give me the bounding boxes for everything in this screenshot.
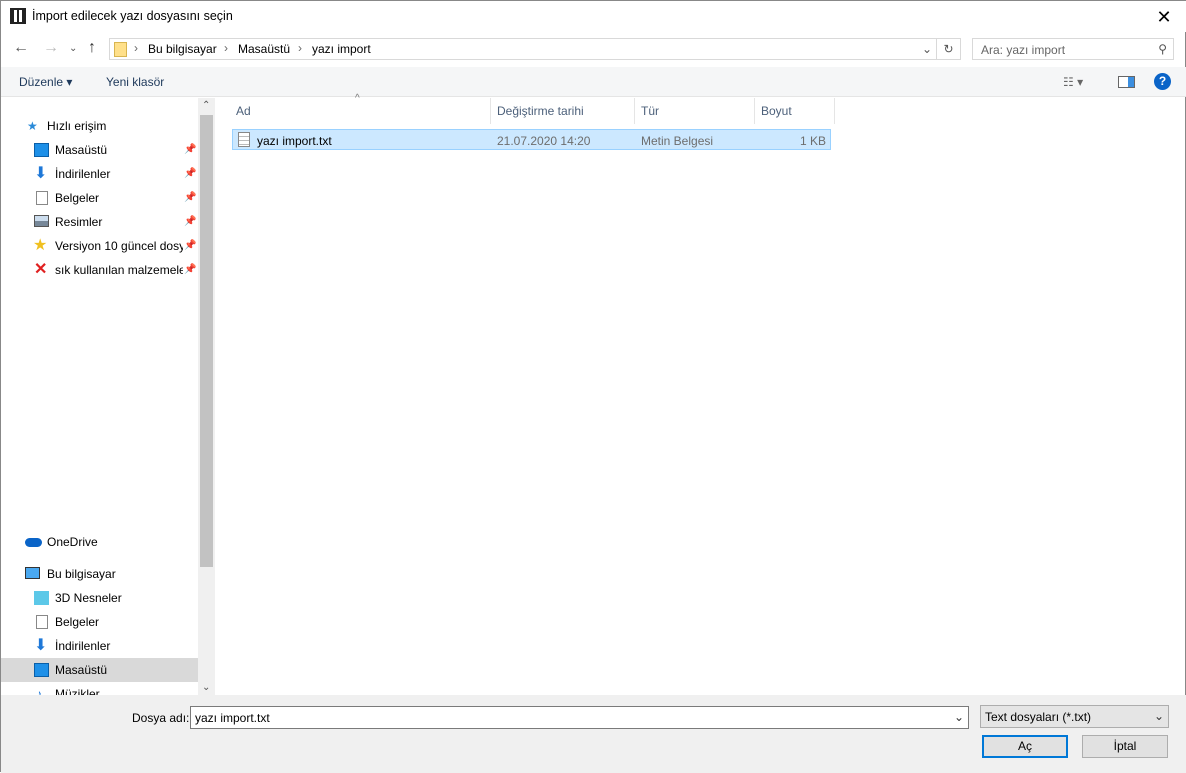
sidebar-item-pictures[interactable]: Resimler 📌 [1, 210, 198, 234]
scroll-up-icon[interactable]: ⌃ [202, 100, 210, 111]
back-button[interactable]: ← [13, 39, 29, 57]
sidebar-item-pc-documents[interactable]: Belgeler [1, 610, 198, 634]
sidebar-this-pc[interactable]: Bu bilgisayar [1, 562, 198, 586]
window-title: İmport edilecek yazı dosyasını seçin [32, 9, 233, 23]
sidebar-onedrive[interactable]: OneDrive [1, 530, 198, 554]
forward-button[interactable]: → [43, 39, 59, 57]
search-icon: ⚲ [1158, 42, 1167, 56]
file-type-select[interactable]: Text dosyaları (*.txt) ⌄ [980, 705, 1169, 728]
file-size: 1 KB [799, 134, 826, 148]
column-header-type[interactable]: Tür [635, 98, 755, 124]
refresh-icon[interactable]: ↻ [936, 39, 960, 59]
search-input[interactable]: Ara: yazı import ⚲ [972, 38, 1174, 60]
pictures-icon [34, 215, 49, 227]
sort-ascending-icon: ^ [355, 93, 360, 104]
column-header-date[interactable]: Değiştirme tarihi [491, 98, 635, 124]
column-header-size[interactable]: Boyut [755, 98, 835, 124]
file-row[interactable]: yazı import.txt 21.07.2020 14:20 Metin B… [232, 129, 831, 150]
column-header-name[interactable]: Ad [230, 98, 491, 124]
sidebar-quick-access[interactable]: ★ Hızlı erişim [1, 114, 198, 138]
sidebar-item-downloads[interactable]: ⬇ İndirilenler 📌 [1, 162, 198, 186]
address-bar[interactable]: › Bu bilgisayar › Masaüstü › yazı import… [109, 38, 961, 60]
pin-icon: 📌 [184, 264, 197, 275]
help-icon[interactable]: ? [1154, 73, 1171, 90]
filename-label: Dosya adı: [132, 711, 190, 725]
app-icon [10, 8, 26, 24]
pin-icon: 📌 [184, 192, 197, 203]
close-button[interactable]: ✕ [1149, 5, 1179, 29]
sidebar-item-music[interactable]: ♪ Müzikler [1, 682, 198, 695]
sidebar-item-version10[interactable]: ★ Versiyon 10 güncel dosya 📌 [1, 234, 198, 258]
preview-pane-icon[interactable] [1118, 76, 1135, 88]
pin-icon: 📌 [184, 168, 197, 179]
document-icon [36, 615, 48, 629]
computer-icon [25, 567, 40, 579]
search-placeholder: Ara: yazı import [981, 43, 1066, 57]
filename-dropdown-icon[interactable]: ⌄ [954, 710, 964, 724]
chevron-down-icon: ⌄ [1153, 709, 1164, 723]
desktop-icon [34, 663, 49, 677]
file-type-value: Text dosyaları (*.txt) [985, 710, 1092, 724]
folder-icon [114, 42, 127, 57]
sidebar-item-materials[interactable]: ✕ sık kullanılan malzemeler 📌 [1, 258, 198, 282]
desktop-icon [34, 143, 49, 157]
scroll-down-icon[interactable]: ⌄ [202, 682, 210, 693]
sidebar-item-pc-downloads[interactable]: ⬇ İndirilenler [1, 634, 198, 658]
file-modified: 21.07.2020 14:20 [497, 134, 591, 148]
text-file-icon [238, 132, 250, 147]
recent-dropdown[interactable]: ⌄ [69, 43, 77, 54]
address-dropdown-icon[interactable]: ⌄ [922, 42, 932, 56]
toolbar: Düzenle ▾ Yeni klasör ☷ ▾ ? [1, 67, 1186, 97]
download-icon: ⬇ [34, 165, 48, 182]
scrollbar-thumb[interactable] [200, 115, 213, 567]
open-button[interactable]: Aç [982, 735, 1068, 758]
file-name: yazı import.txt [257, 134, 332, 148]
sidebar-item-3d-objects[interactable]: 3D Nesneler [1, 586, 198, 610]
red-x-icon: ✕ [34, 261, 48, 278]
sidebar-item-pc-desktop[interactable]: Masaüstü [1, 658, 198, 682]
sidebar-item-documents[interactable]: Belgeler 📌 [1, 186, 198, 210]
filename-input[interactable]: yazı import.txt ⌄ [190, 706, 969, 729]
star-pin-icon: ★ [27, 119, 38, 133]
view-options-icon[interactable]: ☷ ▾ [1063, 75, 1083, 89]
star-icon: ★ [33, 237, 48, 254]
document-icon [36, 191, 48, 205]
breadcrumb-this-pc[interactable]: Bu bilgisayar [148, 42, 217, 56]
file-type: Metin Belgesi [641, 134, 714, 148]
cloud-icon [25, 538, 42, 547]
download-icon: ⬇ [34, 637, 48, 654]
music-icon: ♪ [36, 687, 42, 695]
breadcrumb-folder[interactable]: yazı import [312, 42, 371, 56]
filename-value: yazı import.txt [195, 711, 270, 725]
new-folder-button[interactable]: Yeni klasör [106, 75, 164, 89]
bottom-panel: Dosya adı: yazı import.txt ⌄ Text dosyal… [1, 695, 1186, 773]
up-button[interactable]: ↑ [88, 39, 96, 57]
breadcrumb-desktop[interactable]: Masaüstü [238, 42, 290, 56]
title-bar: İmport edilecek yazı dosyasını seçin ✕ [1, 1, 1186, 32]
pin-icon: 📌 [184, 240, 197, 251]
navigation-pane: ★ Hızlı erişim Masaüstü 📌 ⬇ İndirilenler 📌 B… [1, 98, 198, 695]
cancel-button[interactable]: İptal [1082, 735, 1168, 758]
pin-icon: 📌 [184, 216, 197, 227]
organize-button[interactable]: Düzenle ▾ [19, 75, 72, 89]
sidebar-item-desktop[interactable]: Masaüstü 📌 [1, 138, 198, 162]
pin-icon: 📌 [184, 144, 197, 155]
cube-icon [34, 591, 49, 605]
